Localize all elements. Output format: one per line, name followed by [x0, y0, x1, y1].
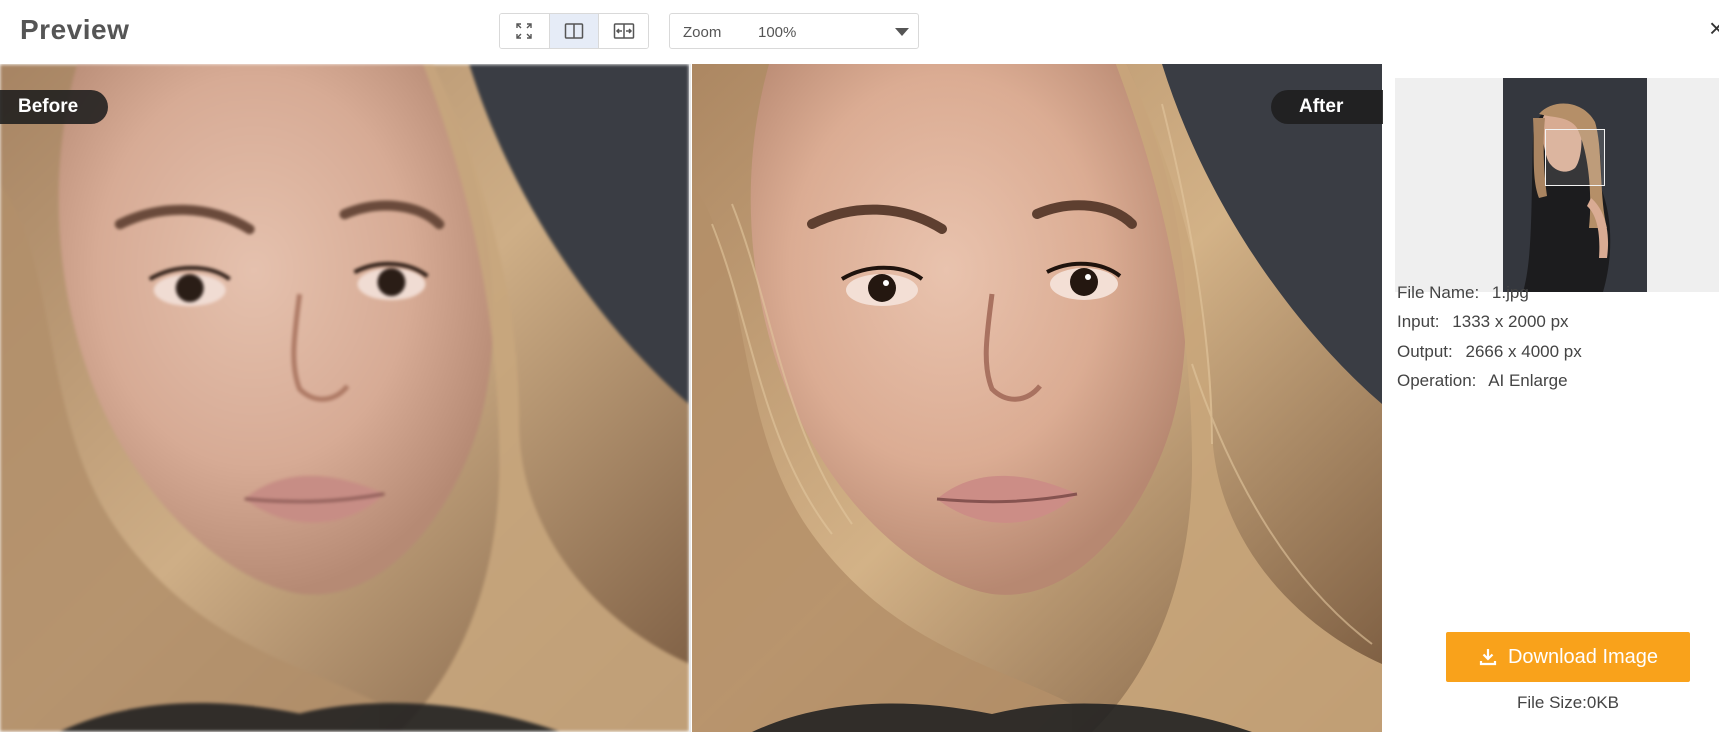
zoom-value: 100% [758, 24, 797, 41]
after-label: After [1271, 90, 1383, 124]
output-row: Output: 2666 x 4000 px [1397, 342, 1582, 362]
split-view-icon [564, 23, 584, 39]
navigator-thumbnail[interactable] [1503, 78, 1647, 292]
operation-label: Operation: [1397, 371, 1477, 390]
fit-screen-button[interactable] [500, 14, 550, 48]
download-image-button[interactable]: Download Image [1446, 632, 1690, 682]
after-image-pane[interactable]: After [691, 64, 1383, 732]
page-title: Preview [20, 14, 130, 45]
output-label: Output: [1397, 342, 1453, 361]
chevron-down-icon [895, 28, 909, 36]
zoom-label: Zoom [683, 24, 722, 41]
compare-slider-icon [613, 23, 634, 39]
close-icon[interactable]: × [1709, 14, 1719, 42]
file-size-text: File Size:0KB [1516, 693, 1620, 712]
before-label: Before [0, 90, 108, 124]
operation-value: AI Enlarge [1488, 371, 1568, 390]
download-label: Download Image [1507, 645, 1659, 668]
header-bar: Preview Zoom 100% × [0, 0, 1719, 64]
output-value: 2666 x 4000 px [1465, 342, 1582, 361]
info-sidebar: File Name: 1.jpg Input: 1333 x 2000 px O… [1383, 64, 1719, 732]
after-portrait-image [692, 64, 1382, 732]
fit-screen-icon [516, 23, 533, 39]
zoom-select[interactable]: Zoom 100% [669, 13, 919, 49]
input-label: Input: [1397, 312, 1440, 331]
file-name-row: File Name: 1.jpg [1397, 283, 1529, 303]
viewport-indicator[interactable] [1545, 129, 1605, 186]
operation-row: Operation: AI Enlarge [1397, 371, 1568, 391]
before-image-pane[interactable]: Before [0, 64, 689, 732]
view-mode-group [499, 13, 649, 49]
compare-slider-button[interactable] [599, 14, 648, 48]
file-name-value: 1.jpg [1491, 283, 1529, 302]
file-name-label: File Name: [1397, 283, 1480, 302]
download-icon [1479, 649, 1497, 666]
before-portrait-image [0, 64, 689, 732]
input-row: Input: 1333 x 2000 px [1397, 312, 1569, 332]
split-view-button[interactable] [549, 14, 600, 48]
navigator-panel [1395, 78, 1719, 292]
input-value: 1333 x 2000 px [1452, 312, 1569, 331]
